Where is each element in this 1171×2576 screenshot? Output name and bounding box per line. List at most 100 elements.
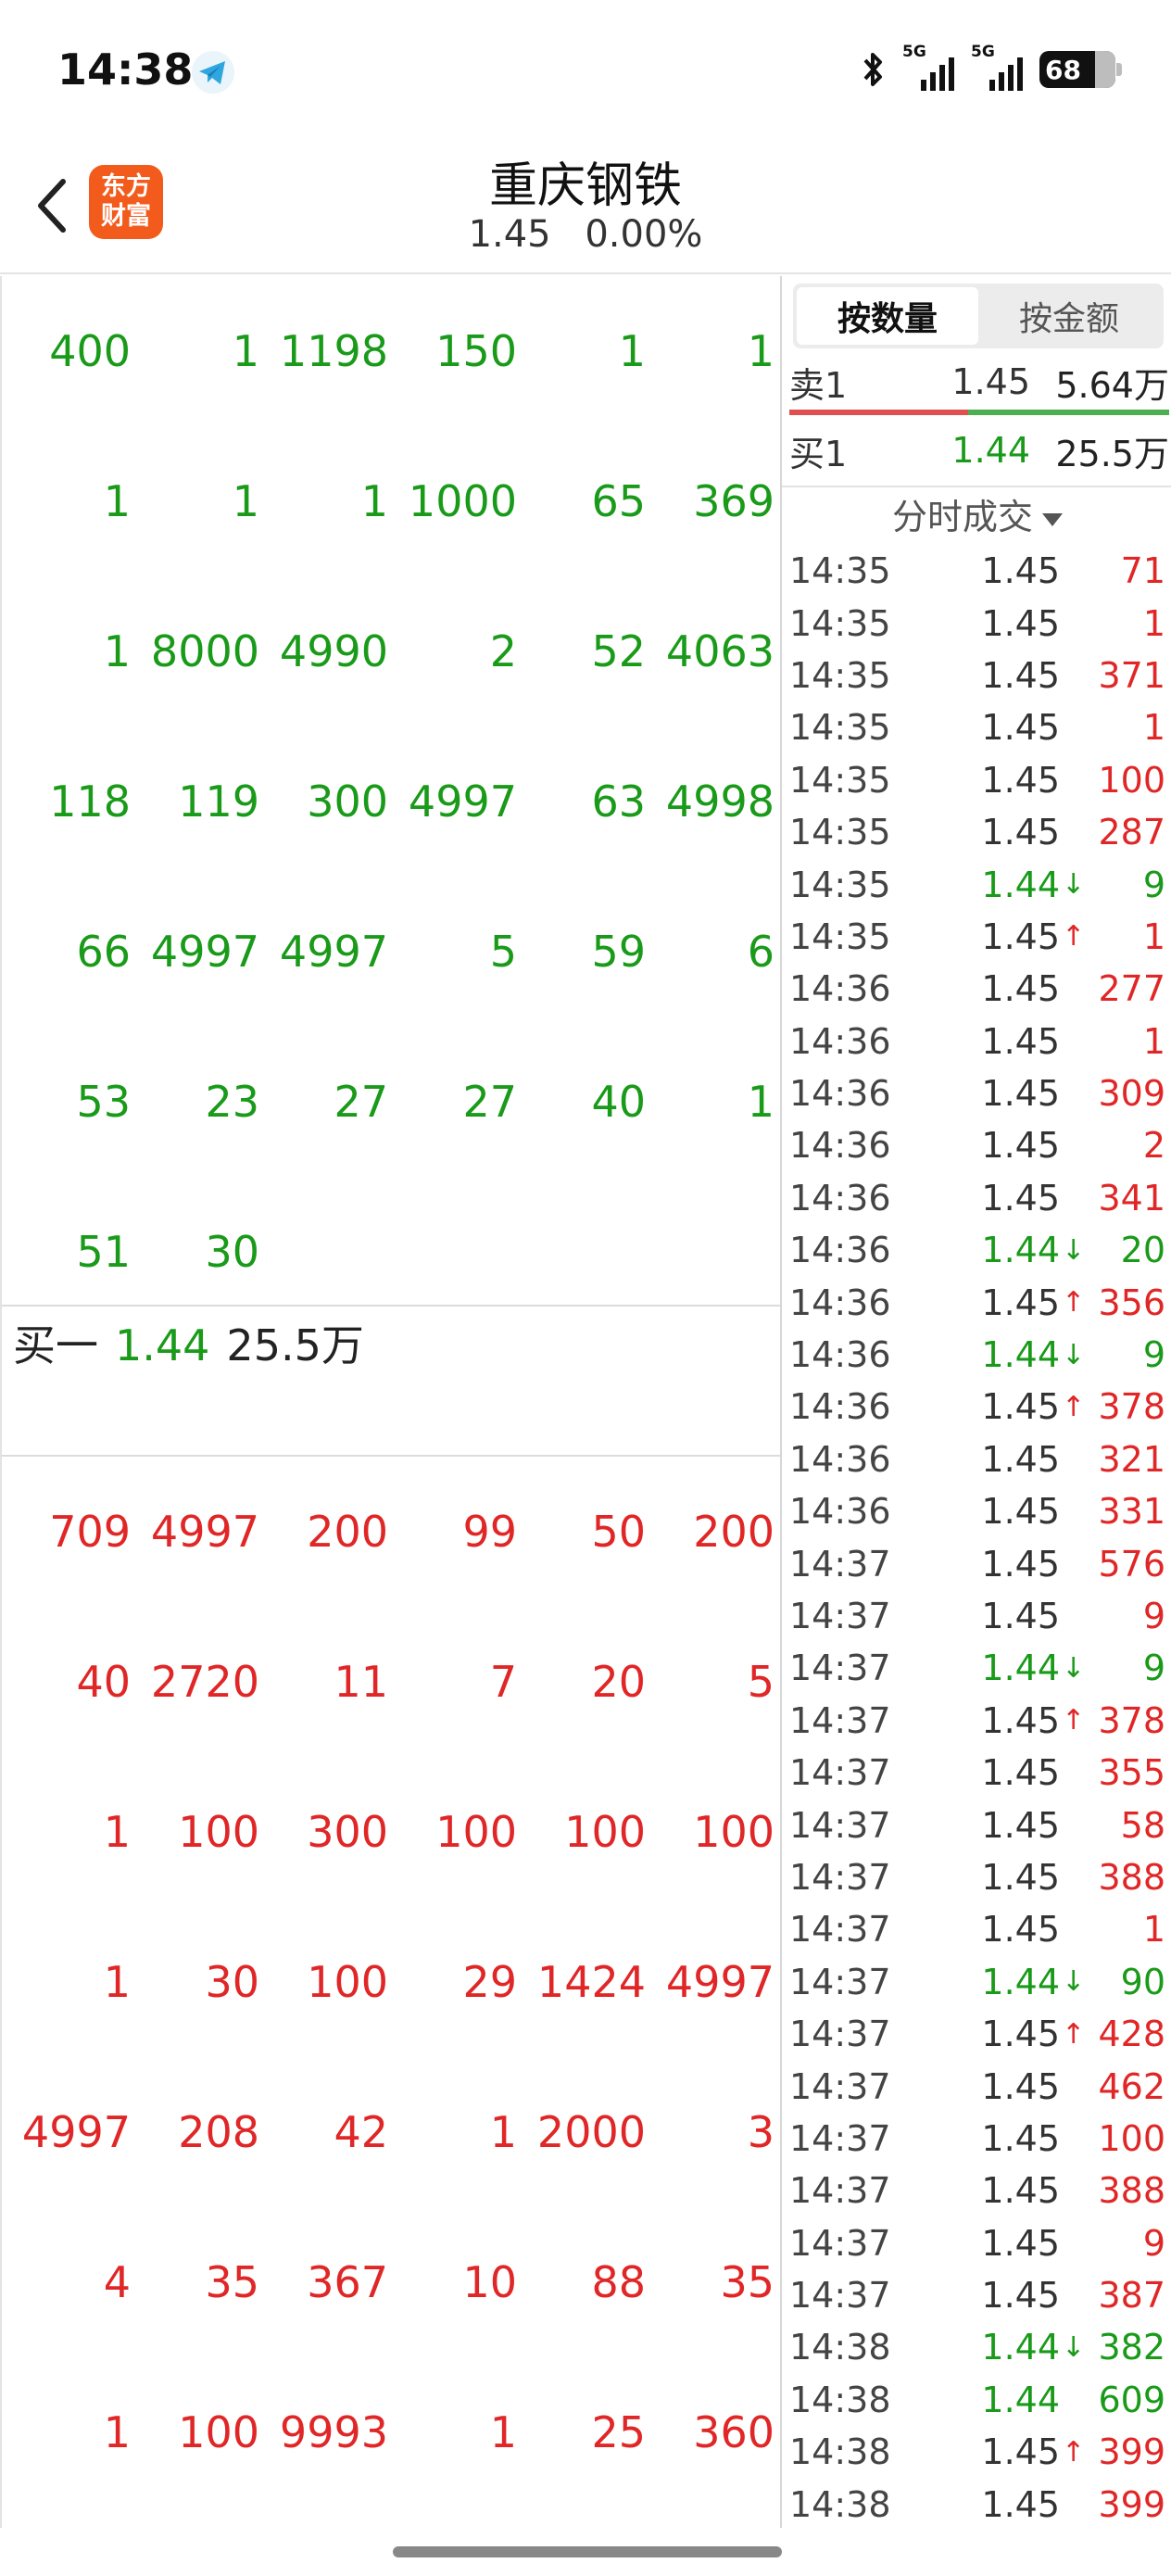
toggle-by-quantity[interactable]: 按数量 (797, 287, 978, 345)
queue-cell: 100 (693, 1807, 774, 1857)
queue-cell: 88 (591, 2257, 646, 2307)
divider (2, 1305, 780, 1307)
trade-volume: 71 (1120, 550, 1165, 592)
stock-price: 1.45 (468, 213, 551, 256)
trade-row: 14:36 1.44 ↓ 9 (782, 1329, 1171, 1381)
queue-row: 1 1 1 1000 65 369 (2, 426, 780, 576)
trade-price: 1.44 (981, 2379, 1060, 2420)
back-button[interactable] (24, 169, 80, 243)
trade-row: 14:36 1.45 341 (782, 1172, 1171, 1224)
trade-volume: 462 (1098, 2065, 1165, 2107)
trade-volume: 399 (1098, 2483, 1165, 2525)
queue-cell: 2720 (150, 1657, 259, 1707)
toggle-by-amount[interactable]: 按金额 (978, 287, 1160, 345)
queue-cell: 1 (232, 326, 259, 376)
trade-row: 14:36 1.45 ↑ 378 (782, 1381, 1171, 1433)
trade-row: 14:37 1.45 576 (782, 1537, 1171, 1589)
trade-time: 14:36 (789, 968, 891, 1010)
trade-direction-arrow: ↑ (1062, 1704, 1086, 1737)
queue-row: 4997 208 42 1 2000 3 (2, 2057, 780, 2207)
trade-price: 1.45 (981, 968, 1060, 1010)
queue-cell: 1 (747, 1077, 774, 1127)
trade-price: 1.45 (981, 1282, 1060, 1323)
sell1-price: 1.45 (951, 361, 1030, 402)
trade-time: 14:38 (789, 2483, 891, 2525)
trade-time: 14:37 (789, 1804, 891, 1846)
buy-one-row: 买一 1.44 25.5万 (13, 1312, 381, 1373)
trade-price: 1.45 (981, 602, 1060, 644)
queue-cell: 150 (435, 326, 517, 376)
queue-cell: 51 (76, 1227, 131, 1277)
trade-row: 14:37 1.44 ↓ 9 (782, 1642, 1171, 1694)
trade-row: 14:37 1.45 462 (782, 2060, 1171, 2112)
trade-volume: 1 (1142, 915, 1165, 957)
trade-direction-arrow: ↑ (1062, 1286, 1086, 1320)
trade-direction-arrow: ↓ (1062, 1338, 1086, 1371)
queue-cell: 9993 (279, 2407, 388, 2457)
trade-time: 14:35 (789, 759, 891, 801)
stock-change: 0.00% (585, 213, 703, 256)
trade-price: 1.45 (981, 2170, 1060, 2212)
trade-price: 1.45 (981, 2222, 1060, 2264)
queue-cell: 35 (720, 2257, 774, 2307)
queue-cell: 23 (205, 1077, 259, 1127)
trade-volume: 399 (1098, 2431, 1165, 2473)
queue-cell: 119 (178, 777, 259, 827)
trade-price: 1.45 (981, 1020, 1060, 1062)
trade-row: 14:37 1.45 388 (782, 1851, 1171, 1903)
trade-price: 1.44 (981, 1230, 1060, 1271)
trade-volume: 355 (1098, 1752, 1165, 1794)
queue-cell: 42 (334, 2107, 388, 2157)
trade-volume: 378 (1098, 1699, 1165, 1741)
queue-cell: 360 (693, 2407, 774, 2457)
queue-cell: 4997 (150, 1507, 259, 1557)
sell1-row: 卖1 1.45 5.64万 (789, 356, 1169, 408)
trade-volume: 9 (1142, 1334, 1165, 1376)
status-bar: 14:38 5G 5G 68 (0, 0, 1171, 139)
trade-time: 14:38 (789, 2431, 891, 2473)
queue-cell: 1 (489, 2107, 517, 2157)
trade-volume: 20 (1120, 1230, 1165, 1271)
trade-price: 1.45 (981, 1386, 1060, 1428)
battery-icon: 68 (1039, 51, 1122, 88)
trade-price: 1.45 (981, 1752, 1060, 1794)
buy-queue: 709 4997 200 99 50 200 40 2720 11 7 20 5 1 100 300 100 1… (2, 1457, 780, 2507)
buy1-volume: 25.5万 (1055, 433, 1169, 474)
trade-time: 14:36 (789, 1491, 891, 1533)
queue-cell: 40 (76, 1657, 131, 1707)
queue-row: 66 4997 4997 5 59 6 (2, 877, 780, 1027)
trade-time: 14:35 (789, 864, 891, 905)
stock-header: 重庆钢铁 1.45 0.00% 东方 财富 (0, 139, 1171, 274)
trade-volume: 1 (1142, 602, 1165, 644)
queue-cell: 35 (205, 2257, 259, 2307)
queue-cell: 4997 (408, 777, 517, 827)
queue-cell: 200 (693, 1507, 774, 1557)
status-icons: 5G 5G 68 (860, 43, 1122, 95)
trade-time: 14:37 (789, 2170, 891, 2212)
sell1-volume: 5.64万 (1055, 364, 1169, 406)
trades-dropdown[interactable]: 分时成交 (782, 491, 1171, 543)
trade-direction-arrow: ↓ (1062, 2330, 1086, 2364)
trade-price: 1.45 (981, 1596, 1060, 1636)
queue-row: 40 2720 11 7 20 5 (2, 1607, 780, 1757)
queue-cell: 1 (360, 476, 388, 526)
queue-cell: 65 (591, 476, 646, 526)
queue-cell: 118 (49, 777, 131, 827)
home-indicator[interactable] (393, 2546, 782, 2557)
telegram-icon (192, 51, 234, 94)
trade-volume: 356 (1098, 1282, 1165, 1323)
trades-label: 分时成交 (891, 497, 1033, 537)
stock-name: 重庆钢铁 (488, 158, 682, 214)
buy1-price: 1.44 (951, 430, 1030, 471)
trade-time: 14:36 (789, 1282, 891, 1323)
trade-row: 14:35 1.45 1 (782, 701, 1171, 753)
trade-volume: 321 (1098, 1438, 1165, 1480)
eastmoney-logo[interactable]: 东方 财富 (89, 165, 163, 239)
trade-list[interactable]: 14:35 1.45 71 14:35 1.45 1 14:35 1.45 371 14:35 1.… (782, 545, 1171, 2528)
queue-cell: 100 (178, 2407, 259, 2457)
trade-price: 1.45 (981, 2065, 1060, 2107)
queue-cell: 200 (307, 1507, 388, 1557)
trade-time: 14:37 (789, 2222, 891, 2264)
queue-cell: 367 (307, 2257, 388, 2307)
trade-price: 1.45 (981, 2431, 1060, 2473)
